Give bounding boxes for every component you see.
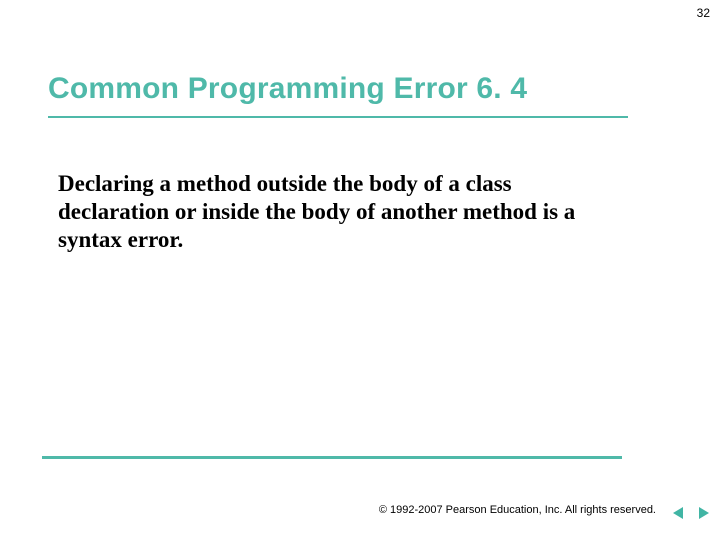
body-text: Declaring a method outside the body of a… [58, 170, 588, 254]
slide: 32 Common Programming Error 6. 4 Declari… [0, 0, 720, 540]
page-number: 32 [697, 6, 710, 20]
triangle-left-icon [671, 505, 687, 521]
divider-top [48, 116, 628, 118]
nav-controls [670, 504, 712, 522]
copyright-text: 1992-2007 Pearson Education, Inc. All ri… [390, 504, 656, 516]
copyright: © 1992-2007 Pearson Education, Inc. All … [379, 504, 656, 516]
slide-title: Common Programming Error 6. 4 [48, 72, 527, 106]
prev-button[interactable] [670, 504, 688, 522]
copyright-symbol: © [379, 504, 387, 516]
next-button[interactable] [694, 504, 712, 522]
triangle-right-icon [695, 505, 711, 521]
divider-bottom [42, 456, 622, 459]
